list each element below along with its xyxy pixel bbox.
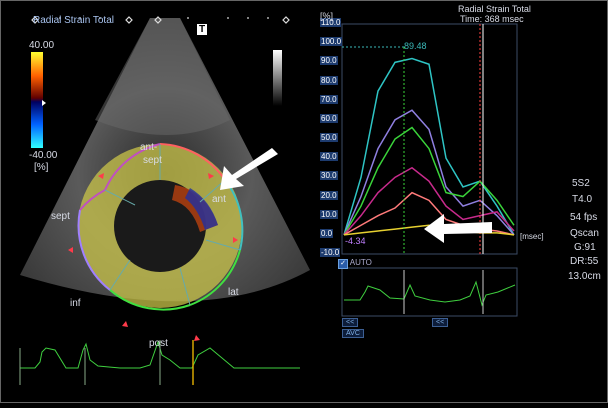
t-button[interactable]: T — [197, 24, 208, 35]
y-tick-label: 0.0 — [320, 228, 334, 238]
segment-label-lat: lat — [228, 287, 239, 298]
param-fps: 54 fps — [570, 212, 598, 223]
segment-label-ant: ant- — [140, 142, 158, 153]
y-tick-label: 20.0 — [320, 190, 338, 200]
y-tick-label: 70.0 — [320, 94, 338, 104]
y-tick-label: 50.0 — [320, 133, 338, 142]
y-tick-label: 30.0 — [320, 171, 338, 181]
y-tick-label: 40.0 — [320, 152, 338, 162]
param-dynamic-range: DR:55 — [570, 256, 599, 267]
y-tick-label: 100.0 — [320, 37, 343, 47]
segment-label-inf: inf — [70, 298, 81, 309]
y-tick-label: 80.0 — [320, 75, 338, 85]
y-tick-label: 90.0 — [320, 56, 338, 66]
y-unit-label: [%] — [320, 11, 334, 21]
param-gain: G:91 — [574, 242, 596, 253]
auto-checkbox-icon[interactable]: ✓ — [338, 259, 348, 269]
segment-label-ant-side: ant — [212, 194, 226, 205]
avc-button[interactable]: AVC — [342, 329, 364, 338]
auto-toggle[interactable]: ✓ AUTO — [338, 258, 372, 269]
segment-label-sept: sept — [51, 211, 70, 222]
strain-chart[interactable] — [320, 0, 608, 403]
x-unit-label: [msec] — [520, 232, 544, 241]
y-tick-label: 10.0 — [320, 209, 338, 219]
nav-next-button[interactable]: << — [432, 318, 449, 327]
colorbar-unit: [%] — [34, 162, 49, 173]
strain-graph-panel: 110.0 100.0 90.0 80.0 70.0 60.0 50.0 40.0 30.0 20… — [320, 0, 608, 403]
auto-label: AUTO — [349, 258, 372, 267]
time-readout: Time: 368 msec — [460, 14, 524, 24]
y-tick-label: 60.0 — [320, 113, 338, 123]
param-frequency: T4.0 — [572, 194, 593, 205]
colorbar-min: -40.00 — [29, 150, 58, 161]
param-probe: 5S2 — [572, 178, 590, 189]
graph-title: Radial Strain Total — [458, 4, 531, 14]
param-mode: Qscan — [570, 228, 599, 239]
peak-value-label: 89.48 — [404, 41, 427, 51]
segment-label-post: post — [149, 338, 168, 349]
echo-viewport[interactable]: Radial Strain Total T 40.00 -40.00 [%] a… — [0, 0, 320, 403]
min-value-label: -4.34 — [345, 236, 366, 246]
grayscale-bar — [273, 50, 282, 106]
color-scale-bar — [31, 52, 43, 148]
colorbar-max: 40.00 — [29, 40, 55, 51]
y-tick-label: -10.0 — [320, 248, 341, 257]
param-depth: 13.0cm — [568, 271, 601, 282]
nav-prev-button[interactable]: << — [342, 318, 359, 327]
echo-title: Radial Strain Total — [33, 15, 114, 26]
segment-label-ant-sept: sept — [143, 155, 162, 166]
ecg-strip — [341, 267, 518, 317]
